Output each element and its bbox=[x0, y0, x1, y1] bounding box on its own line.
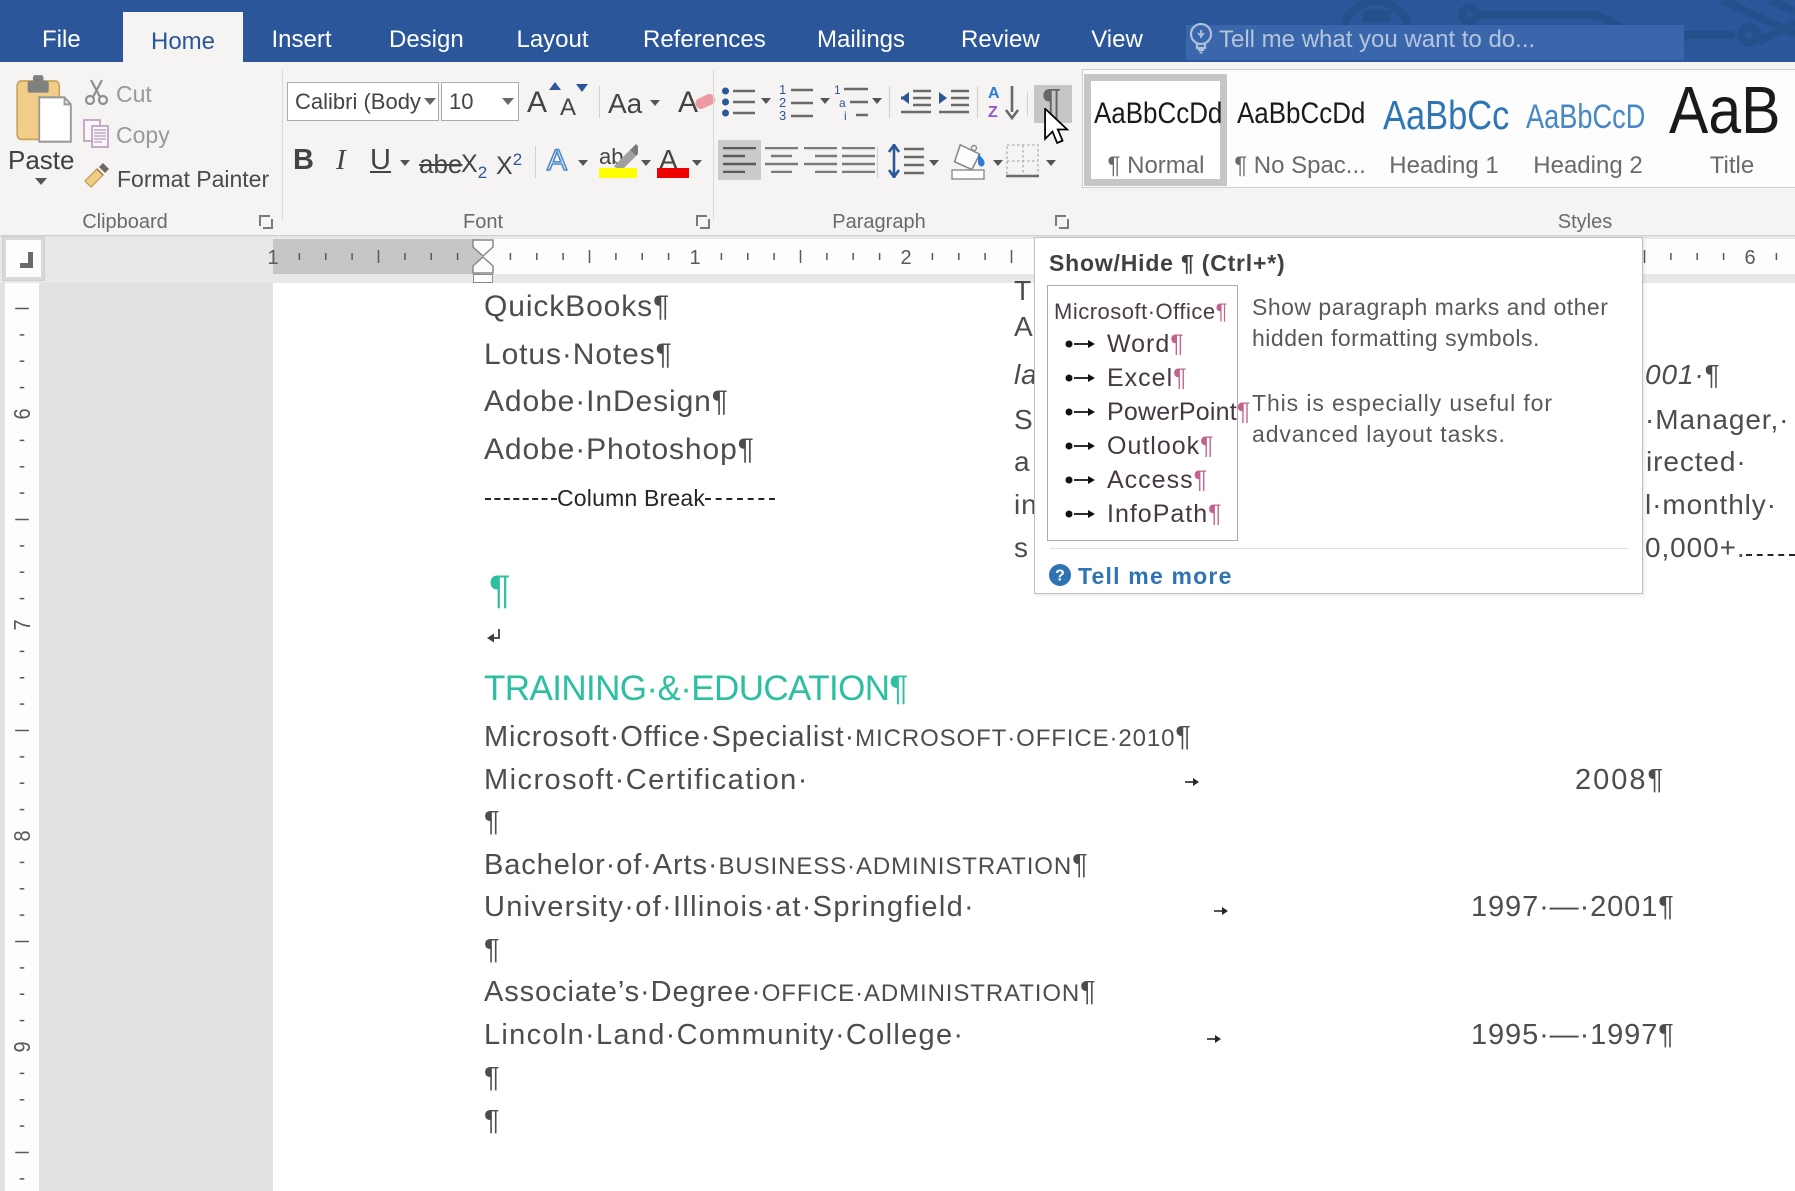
svg-text:7: 7 bbox=[10, 619, 35, 630]
svg-text:1: 1 bbox=[689, 247, 700, 269]
svg-text:Z: Z bbox=[988, 104, 998, 120]
svg-text:6: 6 bbox=[10, 408, 35, 419]
svg-text:i: i bbox=[844, 109, 847, 120]
svg-text:?: ? bbox=[1055, 568, 1065, 585]
svg-text:A: A bbox=[547, 144, 567, 174]
svg-text:A: A bbox=[988, 85, 1000, 102]
svg-text:a: a bbox=[839, 96, 846, 110]
svg-text:3: 3 bbox=[779, 108, 786, 120]
svg-text:2: 2 bbox=[900, 247, 911, 269]
svg-text:8: 8 bbox=[10, 830, 35, 841]
svg-text:6: 6 bbox=[1744, 247, 1755, 269]
svg-text:9: 9 bbox=[10, 1041, 35, 1052]
svg-text:1: 1 bbox=[267, 247, 278, 269]
